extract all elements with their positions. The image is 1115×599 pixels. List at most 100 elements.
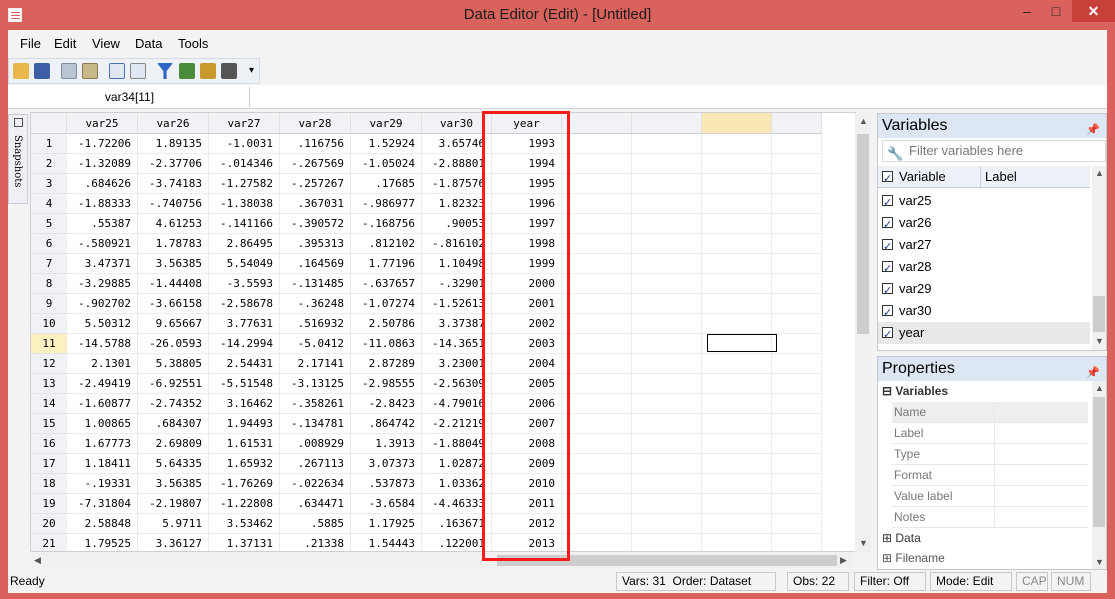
- data-cell[interactable]: 1.78783: [138, 234, 209, 254]
- empty-cell[interactable]: [562, 394, 632, 414]
- data-cell[interactable]: -1.88333: [67, 194, 138, 214]
- row-number[interactable]: 5: [31, 214, 67, 234]
- empty-cell[interactable]: [632, 274, 702, 294]
- variables-manager-icon[interactable]: [179, 63, 195, 79]
- data-cell[interactable]: 3.36127: [138, 534, 209, 551]
- variable-row[interactable]: var25: [878, 190, 1090, 214]
- empty-cell[interactable]: [772, 514, 822, 534]
- column-label-header[interactable]: Label: [980, 166, 1017, 188]
- data-cell[interactable]: -3.74183: [138, 174, 209, 194]
- data-cell[interactable]: .008929: [280, 434, 351, 454]
- data-cell[interactable]: -1.0031: [209, 134, 280, 154]
- empty-cell[interactable]: [562, 454, 632, 474]
- data-cell[interactable]: -6.92551: [138, 374, 209, 394]
- empty-cell[interactable]: [702, 514, 772, 534]
- variables-scrollbar[interactable]: ▲ ▼: [1092, 166, 1106, 350]
- row-number[interactable]: 19: [31, 494, 67, 514]
- data-cell[interactable]: -.580921: [67, 234, 138, 254]
- property-row[interactable]: Type: [892, 444, 1088, 465]
- data-cell[interactable]: 2.86495: [209, 234, 280, 254]
- column-header-empty[interactable]: [562, 113, 632, 134]
- empty-cell[interactable]: [772, 274, 822, 294]
- variable-checkbox[interactable]: [882, 236, 893, 258]
- check-all-checkbox[interactable]: [882, 168, 893, 190]
- scroll-thumb[interactable]: [1093, 397, 1105, 527]
- empty-cell[interactable]: [772, 354, 822, 374]
- empty-cell[interactable]: [632, 314, 702, 334]
- empty-cell[interactable]: [702, 414, 772, 434]
- empty-cell[interactable]: [772, 534, 822, 551]
- empty-cell[interactable]: [562, 194, 632, 214]
- data-cell[interactable]: .367031: [280, 194, 351, 214]
- empty-cell[interactable]: [772, 414, 822, 434]
- empty-cell[interactable]: [632, 434, 702, 454]
- data-cell[interactable]: .116756: [280, 134, 351, 154]
- row-number[interactable]: 12: [31, 354, 67, 374]
- filter-variables-input[interactable]: 🔧 Filter variables here: [882, 140, 1106, 162]
- properties-icon[interactable]: [200, 63, 216, 79]
- data-cell[interactable]: -1.22808: [209, 494, 280, 514]
- empty-cell[interactable]: [632, 374, 702, 394]
- data-cell[interactable]: -3.6584: [351, 494, 422, 514]
- empty-cell[interactable]: [562, 514, 632, 534]
- data-cell[interactable]: 1.94493: [209, 414, 280, 434]
- toolbar-overflow-icon[interactable]: ▾: [249, 65, 254, 76]
- variable-row[interactable]: var28: [878, 256, 1090, 280]
- property-row[interactable]: Label: [892, 423, 1088, 444]
- variable-checkbox[interactable]: [882, 324, 893, 346]
- empty-cell[interactable]: [632, 234, 702, 254]
- data-cell[interactable]: -.390572: [280, 214, 351, 234]
- empty-cell[interactable]: [562, 474, 632, 494]
- column-header-var29[interactable]: var29: [351, 113, 422, 134]
- empty-cell[interactable]: [562, 134, 632, 154]
- data-cell[interactable]: 1.3913: [351, 434, 422, 454]
- empty-cell[interactable]: [632, 394, 702, 414]
- data-cell[interactable]: .21338: [280, 534, 351, 551]
- data-cell[interactable]: 3.47371: [67, 254, 138, 274]
- empty-cell[interactable]: [632, 474, 702, 494]
- data-cell[interactable]: -.740756: [138, 194, 209, 214]
- data-cell[interactable]: -.986977: [351, 194, 422, 214]
- empty-cell[interactable]: [772, 154, 822, 174]
- row-number[interactable]: 1: [31, 134, 67, 154]
- row-number[interactable]: 4: [31, 194, 67, 214]
- data-cell[interactable]: -.141166: [209, 214, 280, 234]
- empty-cell[interactable]: [562, 234, 632, 254]
- empty-cell[interactable]: [562, 354, 632, 374]
- data-cell[interactable]: -1.44408: [138, 274, 209, 294]
- minimize-button[interactable]: –: [1014, 0, 1040, 22]
- browse-mode-icon[interactable]: [130, 63, 146, 79]
- data-cell[interactable]: 1.00865: [67, 414, 138, 434]
- data-cell[interactable]: 1.67773: [67, 434, 138, 454]
- data-cell[interactable]: 5.9711: [138, 514, 209, 534]
- grid-vertical-scrollbar[interactable]: ▲ ▼: [855, 114, 871, 552]
- data-cell[interactable]: 1.89135: [138, 134, 209, 154]
- empty-cell[interactable]: [772, 374, 822, 394]
- empty-cell[interactable]: [772, 454, 822, 474]
- empty-cell[interactable]: [562, 534, 632, 551]
- data-cell[interactable]: 1.77196: [351, 254, 422, 274]
- data-cell[interactable]: .684307: [138, 414, 209, 434]
- data-cell[interactable]: -2.8423: [351, 394, 422, 414]
- close-button[interactable]: ✕: [1072, 0, 1115, 22]
- empty-cell[interactable]: [702, 534, 772, 551]
- grid-horizontal-scrollbar[interactable]: ◀ ▶: [32, 553, 852, 568]
- data-cell[interactable]: .5885: [280, 514, 351, 534]
- column-variable-header[interactable]: Variable: [899, 169, 946, 184]
- row-number[interactable]: 15: [31, 414, 67, 434]
- data-cell[interactable]: -.131485: [280, 274, 351, 294]
- variable-row[interactable]: var27: [878, 234, 1090, 258]
- filter-icon[interactable]: [157, 63, 173, 79]
- paste-icon[interactable]: [82, 63, 98, 79]
- data-cell[interactable]: -.358261: [280, 394, 351, 414]
- data-cell[interactable]: -.902702: [67, 294, 138, 314]
- data-cell[interactable]: 2.58848: [67, 514, 138, 534]
- row-number[interactable]: 10: [31, 314, 67, 334]
- data-cell[interactable]: -1.05024: [351, 154, 422, 174]
- data-cell[interactable]: 5.54049: [209, 254, 280, 274]
- copy-icon[interactable]: [61, 63, 77, 79]
- data-cell[interactable]: -2.19807: [138, 494, 209, 514]
- property-row[interactable]: Notes: [892, 507, 1088, 528]
- empty-cell[interactable]: [772, 494, 822, 514]
- data-cell[interactable]: .164569: [280, 254, 351, 274]
